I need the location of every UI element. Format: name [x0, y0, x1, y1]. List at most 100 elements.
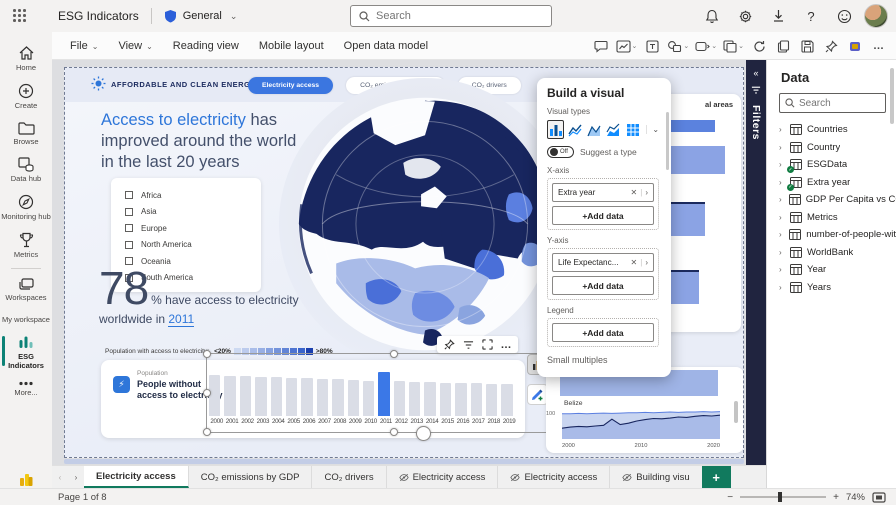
on-object-format-button[interactable]: [527, 384, 548, 405]
page-tab-electricity-access-4[interactable]: Electricity access: [498, 466, 611, 488]
field-pill-extra-year[interactable]: Extra year ✕ | ›: [552, 183, 654, 202]
data-table-extra-year[interactable]: › ✓ Extra year: [767, 174, 896, 192]
data-table-metrics[interactable]: › Metrics: [767, 209, 896, 227]
page-tab-building-visu-5[interactable]: Building visu: [610, 466, 701, 488]
zoom-slider[interactable]: [740, 492, 827, 502]
sidebar-item-data-hub[interactable]: Data hub: [0, 152, 52, 189]
bar-2005[interactable]: [285, 377, 298, 416]
scrollbar-thumb[interactable]: [890, 68, 894, 124]
data-table-country[interactable]: › Country: [767, 139, 896, 157]
zoom-slider-thumb[interactable]: [778, 492, 783, 502]
chevron-right-icon[interactable]: ›: [779, 160, 785, 169]
add-visual-icon[interactable]: ⌄: [614, 35, 640, 57]
bar-2013[interactable]: [409, 381, 421, 416]
page-tab-electricity-access-0[interactable]: Electricity access: [84, 466, 189, 488]
bar-2018[interactable]: [486, 383, 498, 416]
search-input[interactable]: [376, 10, 526, 22]
sidebar-item-browse[interactable]: Browse: [0, 116, 52, 152]
sidebar-item-monitoring-hub[interactable]: Monitoring hub: [0, 189, 52, 227]
visual-types-expand-icon[interactable]: ⌄: [646, 125, 659, 134]
save-icon[interactable]: [796, 35, 818, 57]
pin-icon[interactable]: [820, 35, 842, 57]
new-page-button[interactable]: +: [701, 466, 731, 488]
page-tab-electricity-access-3[interactable]: Electricity access: [387, 466, 499, 488]
bar-2015[interactable]: [439, 382, 452, 416]
pin-visual-icon[interactable]: [441, 338, 457, 352]
visual-type-column-chart[interactable]: [547, 120, 565, 139]
checkbox-icon[interactable]: [125, 224, 133, 233]
add-buttons-icon[interactable]: ⌄: [693, 35, 719, 57]
kpi-card[interactable]: 78% have access to electricity worldwide…: [99, 264, 319, 327]
region-option-europe[interactable]: Europe: [125, 220, 261, 237]
data-table-number-of-people-with[interactable]: › number-of-people-with...: [767, 226, 896, 244]
filters-pane-collapsed[interactable]: « Filters: [746, 60, 766, 465]
tabs-scroll-right-icon[interactable]: ›: [68, 466, 84, 488]
visual-type-area-chart[interactable]: [586, 120, 603, 139]
add-data-button[interactable]: +Add data: [552, 206, 654, 225]
data-table-esgdata[interactable]: › ✓ ESGData: [767, 156, 896, 174]
bar-2006[interactable]: [301, 378, 313, 416]
add-textbox-icon[interactable]: [641, 35, 663, 57]
menu-item-open-data-model[interactable]: Open data model: [334, 40, 438, 52]
sidebar-item-esg-indicators[interactable]: ESG Indicators: [0, 330, 52, 376]
download-icon[interactable]: [765, 3, 791, 29]
small-multiple-visual[interactable]: Belize 100 2000 2010 2020: [546, 367, 743, 453]
bar-2014[interactable]: [424, 382, 436, 416]
focus-mode-icon[interactable]: [479, 338, 495, 352]
page-tab-co-emissions-by-gdp-1[interactable]: CO₂ emissions by GDP: [189, 466, 313, 488]
sidebar-item-more[interactable]: More...: [0, 376, 52, 403]
globe-map-visual[interactable]: [277, 76, 573, 372]
kpi-year-link[interactable]: 2011: [168, 312, 195, 327]
bar-2011[interactable]: [378, 372, 390, 416]
bar-2019[interactable]: [501, 384, 513, 416]
field-options-icon[interactable]: ›: [642, 258, 648, 267]
bar-2004[interactable]: [270, 377, 282, 416]
refresh-icon[interactable]: [748, 35, 770, 57]
visual-type-line-chart[interactable]: [566, 120, 583, 139]
data-table-year[interactable]: › Year: [767, 261, 896, 279]
bar-2008[interactable]: [332, 379, 344, 416]
bar-2016[interactable]: [455, 383, 467, 416]
app-launcher-icon[interactable]: [0, 0, 40, 32]
zoom-out-button[interactable]: −: [727, 492, 733, 503]
chevron-down-icon[interactable]: ⌄: [632, 42, 638, 50]
add-data-button[interactable]: +Add data: [552, 323, 654, 342]
checkbox-icon[interactable]: [125, 240, 133, 249]
region-option-north-america[interactable]: North America: [125, 237, 261, 254]
data-search-input[interactable]: [799, 97, 879, 109]
expand-pane-icon[interactable]: «: [753, 68, 758, 78]
field-pill-life-expectanc[interactable]: Life Expectanc... ✕ | ›: [552, 253, 654, 272]
fit-to-page-icon[interactable]: [872, 491, 886, 503]
more-icon[interactable]: …: [868, 35, 890, 57]
data-table-years[interactable]: › Years: [767, 279, 896, 297]
chevron-down-icon[interactable]: ⌄: [711, 42, 717, 50]
menu-item-reading-view[interactable]: Reading view: [163, 40, 249, 52]
sidebar-item-my-workspace[interactable]: My workspace: [0, 308, 52, 330]
bar-2009[interactable]: [347, 379, 359, 416]
sidebar-item-metrics[interactable]: Metrics: [0, 227, 52, 265]
settings-icon[interactable]: [732, 3, 758, 29]
bar-2010[interactable]: [362, 380, 375, 416]
bar-2001[interactable]: [224, 375, 236, 416]
add-page-icon[interactable]: ⌄: [721, 35, 746, 57]
data-table-worldbank[interactable]: › WorldBank: [767, 244, 896, 262]
field-options-icon[interactable]: ›: [642, 188, 648, 197]
visual-type-stacked-area-chart[interactable]: [605, 120, 622, 139]
chevron-right-icon[interactable]: ›: [779, 283, 785, 292]
data-table-gdp-per-capita-vs-co2[interactable]: › GDP Per Capita vs CO2 ...: [767, 191, 896, 209]
checkbox-icon[interactable]: [125, 207, 133, 216]
bar-2007[interactable]: [316, 378, 329, 416]
chevron-right-icon[interactable]: ›: [779, 230, 784, 239]
menu-item-view[interactable]: View ⌄: [108, 40, 162, 52]
chevron-down-icon[interactable]: ⌄: [683, 42, 689, 50]
chevron-right-icon[interactable]: ›: [779, 248, 785, 257]
visual-type-table[interactable]: [624, 120, 641, 139]
zoom-in-button[interactable]: +: [833, 492, 839, 503]
remove-field-icon[interactable]: ✕: [628, 258, 641, 267]
horizontal-scrollbar[interactable]: [64, 459, 744, 464]
remove-field-icon[interactable]: ✕: [628, 188, 641, 197]
add-comment-icon[interactable]: [590, 35, 612, 57]
chevron-right-icon[interactable]: ›: [779, 195, 784, 204]
bar-2012[interactable]: [393, 381, 406, 416]
sidebar-item-home[interactable]: Home: [0, 40, 52, 78]
